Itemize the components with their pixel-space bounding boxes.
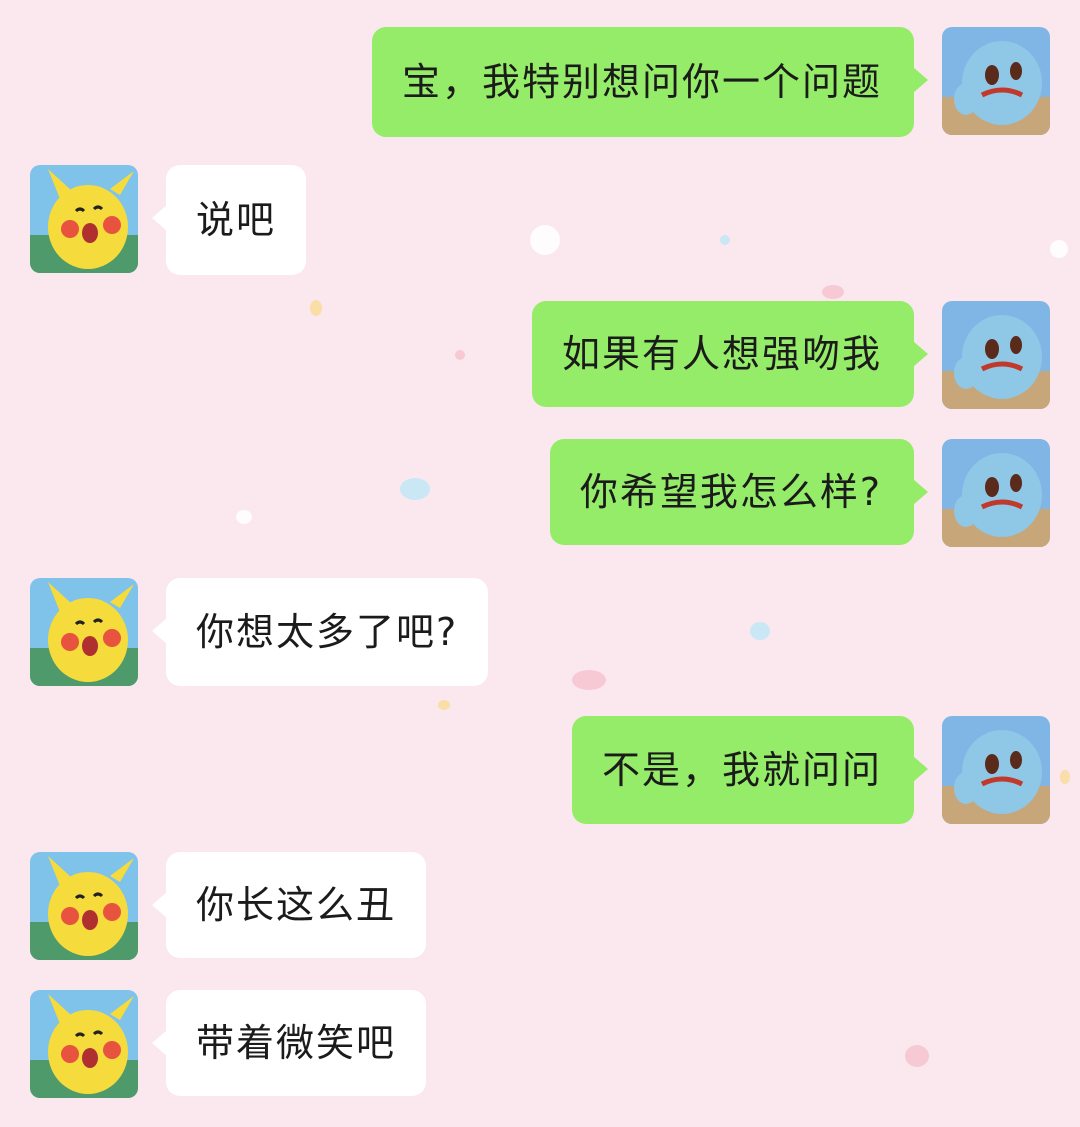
confetti-dot [455, 350, 465, 360]
confetti-dot [400, 478, 430, 500]
confetti-dot [720, 235, 730, 245]
confetti-dot [438, 700, 450, 710]
message-bubble[interactable]: 你想太多了吧? [151, 578, 489, 686]
squirtle-avatar-icon[interactable] [942, 301, 1050, 409]
confetti-dot [905, 1045, 929, 1067]
confetti-dot [1050, 240, 1068, 258]
confetti-dot [1060, 770, 1070, 784]
squirtle-avatar-icon[interactable] [942, 27, 1050, 135]
confetti-dot [822, 285, 844, 299]
confetti-dot [236, 510, 252, 524]
pikachu-avatar-icon[interactable] [30, 578, 138, 686]
confetti-dot [310, 300, 322, 316]
pikachu-avatar-icon[interactable] [30, 852, 138, 960]
pikachu-avatar-icon[interactable] [30, 165, 138, 273]
pikachu-avatar-icon[interactable] [30, 990, 138, 1098]
confetti-dot [572, 670, 606, 690]
confetti-dot [530, 225, 560, 255]
message-bubble[interactable]: 你长这么丑 [151, 852, 427, 958]
squirtle-avatar-icon[interactable] [942, 716, 1050, 824]
message-bubble[interactable]: 你希望我怎么样? [549, 439, 929, 545]
message-bubble[interactable]: 如果有人想强吻我 [531, 301, 929, 407]
message-bubble[interactable]: 说吧 [151, 165, 307, 275]
message-bubble[interactable]: 不是，我就问问 [571, 716, 929, 824]
message-bubble[interactable]: 宝，我特别想问你一个问题 [371, 27, 929, 137]
confetti-dot [750, 622, 770, 640]
squirtle-avatar-icon[interactable] [942, 439, 1050, 547]
message-bubble[interactable]: 带着微笑吧 [151, 990, 427, 1096]
